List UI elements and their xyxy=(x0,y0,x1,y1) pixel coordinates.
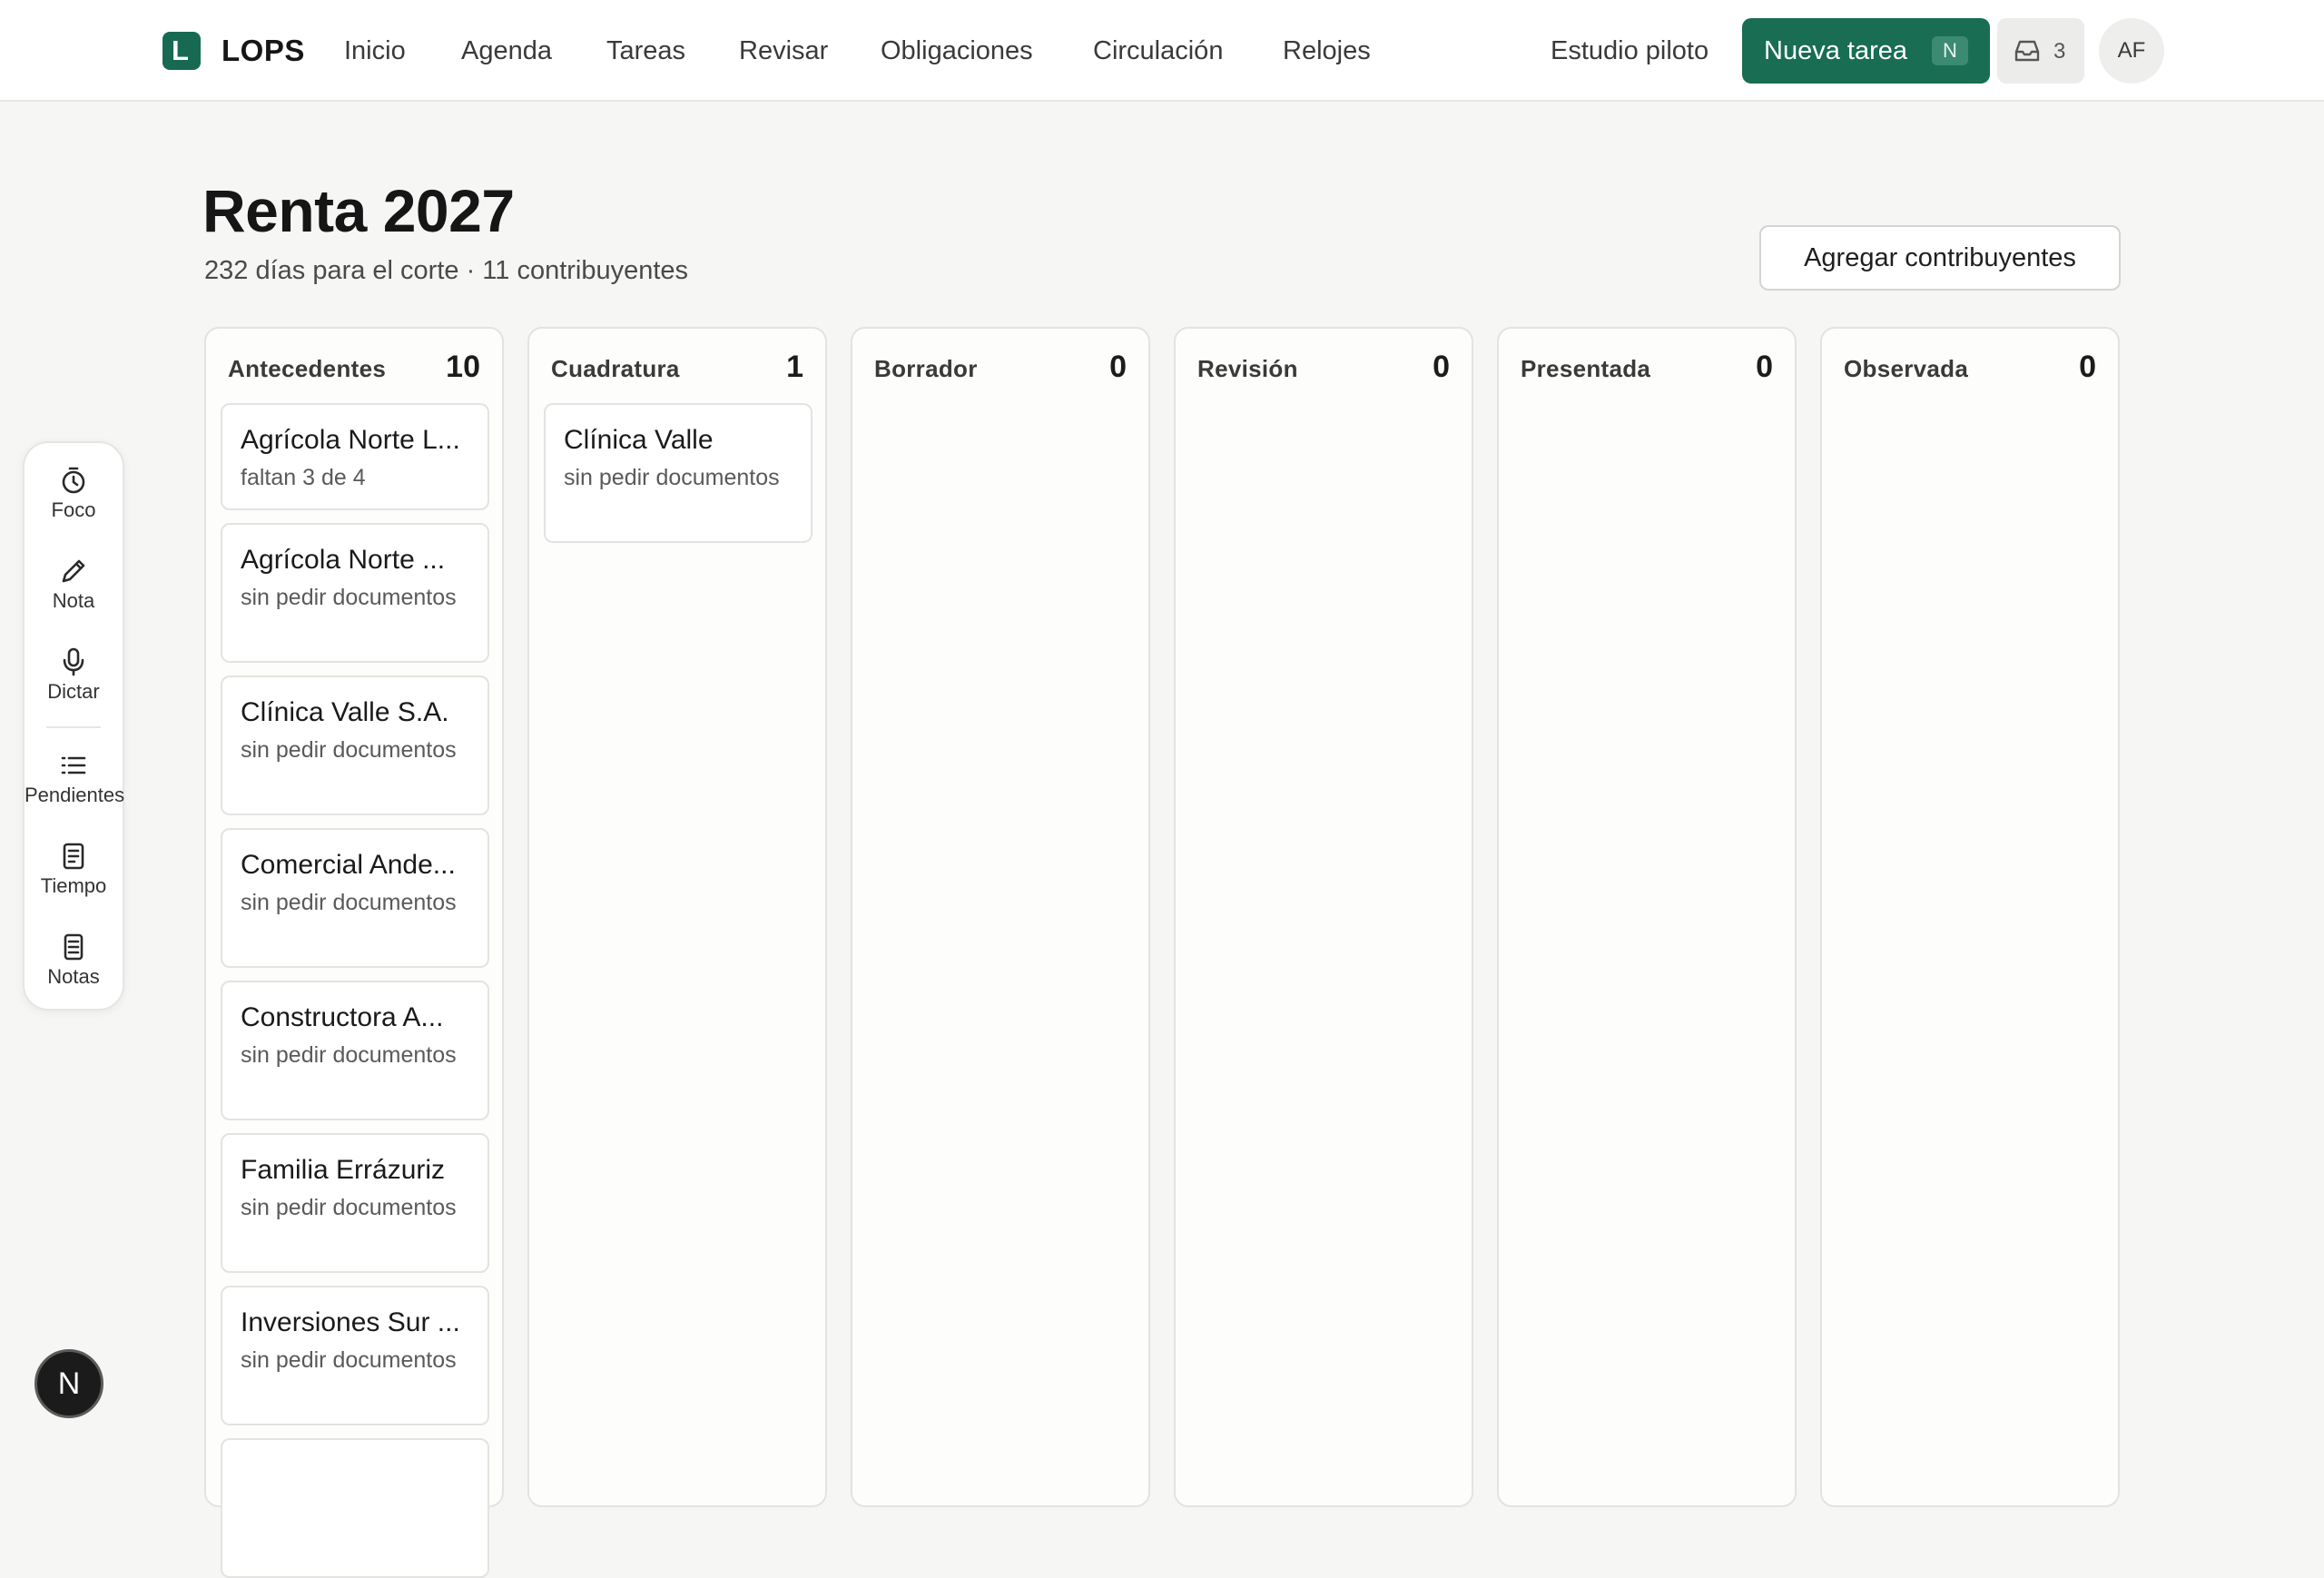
tool-pendientes[interactable]: Pendientes xyxy=(25,750,125,808)
column-antecedentes: Antecedentes 10 Agrícola Norte L... falt… xyxy=(204,327,504,1578)
inbox-icon xyxy=(2014,40,2040,62)
tool-notas[interactable]: Notas xyxy=(25,932,123,990)
tool-label: Foco xyxy=(51,498,96,521)
user-avatar[interactable]: AF xyxy=(2099,18,2164,84)
shortcut-badge: N xyxy=(1932,36,1968,65)
task-card[interactable] xyxy=(221,1438,489,1578)
list-icon xyxy=(61,756,86,774)
card-status: sin pedir documentos xyxy=(564,465,780,490)
card-title: Inversiones Sur ... xyxy=(241,1307,460,1337)
quick-tools-panel: Foco Nota Dictar Pendientes Tiempo Notas xyxy=(23,441,124,1011)
card-status: faltan 3 de 4 xyxy=(241,465,366,490)
column-title: Antecedentes xyxy=(228,355,387,382)
task-card[interactable]: Comercial Ande... sin pedir documentos xyxy=(221,828,489,968)
column-observada: Observada 0 xyxy=(1820,327,2120,1507)
column-title: Cuadratura xyxy=(551,355,680,382)
column-count: 0 xyxy=(2079,350,2096,384)
tool-dictar[interactable]: Dictar xyxy=(25,646,123,705)
column-count: 1 xyxy=(786,350,803,384)
column-count: 10 xyxy=(446,350,480,384)
card-title: Comercial Ande... xyxy=(241,850,456,880)
task-card[interactable]: Familia Errázuriz sin pedir documentos xyxy=(221,1133,489,1273)
card-status: sin pedir documentos xyxy=(241,1347,457,1373)
task-card[interactable]: Agrícola Norte ... sin pedir documentos xyxy=(221,523,489,663)
nav-item-circulacion[interactable]: Circulación xyxy=(1093,33,1223,69)
tool-label: Notas xyxy=(47,965,100,988)
nav-item-inicio[interactable]: Inicio xyxy=(344,33,406,69)
tool-label: Tiempo xyxy=(40,874,107,897)
task-card[interactable]: Agrícola Norte L... faltan 3 de 4 xyxy=(221,403,489,510)
tool-foco[interactable]: Foco xyxy=(25,465,123,523)
card-title: Familia Errázuriz xyxy=(241,1155,446,1185)
notes-icon xyxy=(64,933,84,961)
column-borrador: Borrador 0 xyxy=(851,327,1150,1507)
top-navigation-bar: L LOPS Inicio Agenda Tareas Revisar Obli… xyxy=(0,0,2324,102)
card-status: sin pedir documentos xyxy=(241,585,457,610)
page-title: Renta 2027 xyxy=(202,177,515,244)
card-title: Agrícola Norte L... xyxy=(241,425,460,455)
column-cuadratura: Cuadratura 1 Clínica Valle sin pedir doc… xyxy=(527,327,827,1507)
tool-label: Dictar xyxy=(47,680,100,703)
column-title: Borrador xyxy=(874,355,978,382)
nav-item-revisar[interactable]: Revisar xyxy=(739,33,828,69)
card-status: sin pedir documentos xyxy=(241,1042,457,1068)
logo-icon[interactable]: L xyxy=(162,32,201,70)
task-card[interactable]: Inversiones Sur ... sin pedir documentos xyxy=(221,1286,489,1425)
tool-nota[interactable]: Nota xyxy=(25,556,123,614)
card-title: Clínica Valle S.A. xyxy=(241,697,449,727)
task-card[interactable]: Constructora A... sin pedir documentos xyxy=(221,981,489,1120)
card-status: sin pedir documentos xyxy=(241,737,457,763)
card-status: sin pedir documentos xyxy=(241,1195,457,1220)
page-subtitle: 232 días para el corte · 11 contribuyent… xyxy=(204,256,689,285)
column-title: Revisión xyxy=(1197,355,1298,382)
column-title: Presentada xyxy=(1521,355,1651,382)
task-card[interactable]: Clínica Valle sin pedir documentos xyxy=(544,403,812,543)
column-count: 0 xyxy=(1433,350,1450,384)
card-title: Constructora A... xyxy=(241,1002,444,1032)
nav-item-obligaciones[interactable]: Obligaciones xyxy=(881,33,1033,69)
nav-item-relojes[interactable]: Relojes xyxy=(1283,33,1371,69)
card-status: sin pedir documentos xyxy=(241,890,457,915)
column-title: Observada xyxy=(1844,355,1969,382)
nav-item-tareas[interactable]: Tareas xyxy=(606,33,685,69)
task-card[interactable]: Clínica Valle S.A. sin pedir documentos xyxy=(221,676,489,815)
document-icon xyxy=(63,843,84,870)
divider xyxy=(46,726,101,728)
tool-label: Pendientes xyxy=(25,784,125,806)
add-taxpayers-button[interactable]: Agregar contribuyentes xyxy=(1759,225,2121,291)
new-task-label: Nueva tarea xyxy=(1764,36,1907,65)
microphone-icon xyxy=(63,647,84,676)
card-title: Agrícola Norte ... xyxy=(241,545,446,575)
column-revision: Revisión 0 xyxy=(1174,327,1473,1507)
inbox-count: 3 xyxy=(2053,39,2066,64)
pencil-icon xyxy=(62,559,85,583)
tool-label: Nota xyxy=(52,589,95,612)
inbox-button[interactable]: 3 xyxy=(1997,18,2084,84)
new-task-button[interactable]: Nueva tarea N xyxy=(1742,18,1990,84)
brand-name[interactable]: LOPS xyxy=(222,33,305,69)
timer-icon xyxy=(62,467,85,494)
column-count: 0 xyxy=(1756,350,1773,384)
workspace-selector[interactable]: Estudio piloto xyxy=(1551,33,1709,69)
assistant-bubble[interactable]: N xyxy=(34,1349,103,1418)
column-count: 0 xyxy=(1109,350,1127,384)
nav-item-agenda[interactable]: Agenda xyxy=(461,33,552,69)
column-presentada: Presentada 0 xyxy=(1497,327,1797,1507)
tool-tiempo[interactable]: Tiempo xyxy=(25,841,123,899)
card-title: Clínica Valle xyxy=(564,425,714,455)
logo-letter: L xyxy=(172,35,189,66)
